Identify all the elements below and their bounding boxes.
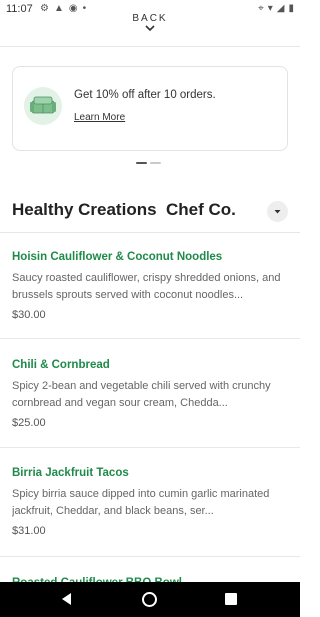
caret-down-icon xyxy=(274,210,281,214)
sofa-icon xyxy=(24,87,62,125)
menu-item-price: $31.00 xyxy=(12,525,46,537)
menu-item-name: Birria Jackfruit Tacos xyxy=(12,467,129,479)
back-label: BACK xyxy=(132,13,168,24)
pager-dot[interactable] xyxy=(150,162,161,164)
menu-item-description: Saucy roasted cauliflower, crispy shredd… xyxy=(12,272,281,301)
header-divider xyxy=(0,46,300,47)
menu-item-price: $30.00 xyxy=(12,309,46,321)
pager-dot-active[interactable] xyxy=(136,162,147,164)
menu-item-name: Hoisin Cauliflower & Coconut Noodles xyxy=(12,251,223,263)
nav-back-icon[interactable] xyxy=(60,592,74,606)
system-nav-bar xyxy=(0,582,300,617)
menu-item[interactable]: Chili & Cornbread Spicy 2-bean and veget… xyxy=(0,359,300,467)
menu-item[interactable]: Hoisin Cauliflower & Coconut Noodles Sau… xyxy=(0,251,300,359)
back-button[interactable]: BACK xyxy=(0,8,300,44)
nav-home-icon[interactable] xyxy=(142,592,157,607)
restaurant-dropdown-button[interactable] xyxy=(267,201,288,222)
menu-item-price: $25.00 xyxy=(12,417,46,429)
menu-item-name: Chili & Cornbread xyxy=(12,359,110,371)
item-divider xyxy=(0,556,300,557)
pager-dots xyxy=(136,162,161,164)
chevron-down-icon xyxy=(145,25,155,32)
promo-card[interactable]: Get 10% off after 10 orders. Learn More xyxy=(12,66,288,151)
item-divider xyxy=(0,338,300,339)
menu-item-description: Spicy birria sauce dipped into cumin gar… xyxy=(12,488,270,517)
menu-item-description: Spicy 2-bean and vegetable chili served … xyxy=(12,380,271,409)
promo-text: Get 10% off after 10 orders. xyxy=(74,89,216,101)
item-divider xyxy=(0,447,300,448)
learn-more-link[interactable]: Learn More xyxy=(74,112,125,123)
section-divider xyxy=(0,232,300,233)
restaurant-title: Healthy Creations Chef Co. xyxy=(12,200,236,219)
menu-item[interactable]: Birria Jackfruit Tacos Spicy birria sauc… xyxy=(0,467,300,575)
nav-recents-icon[interactable] xyxy=(225,593,237,605)
